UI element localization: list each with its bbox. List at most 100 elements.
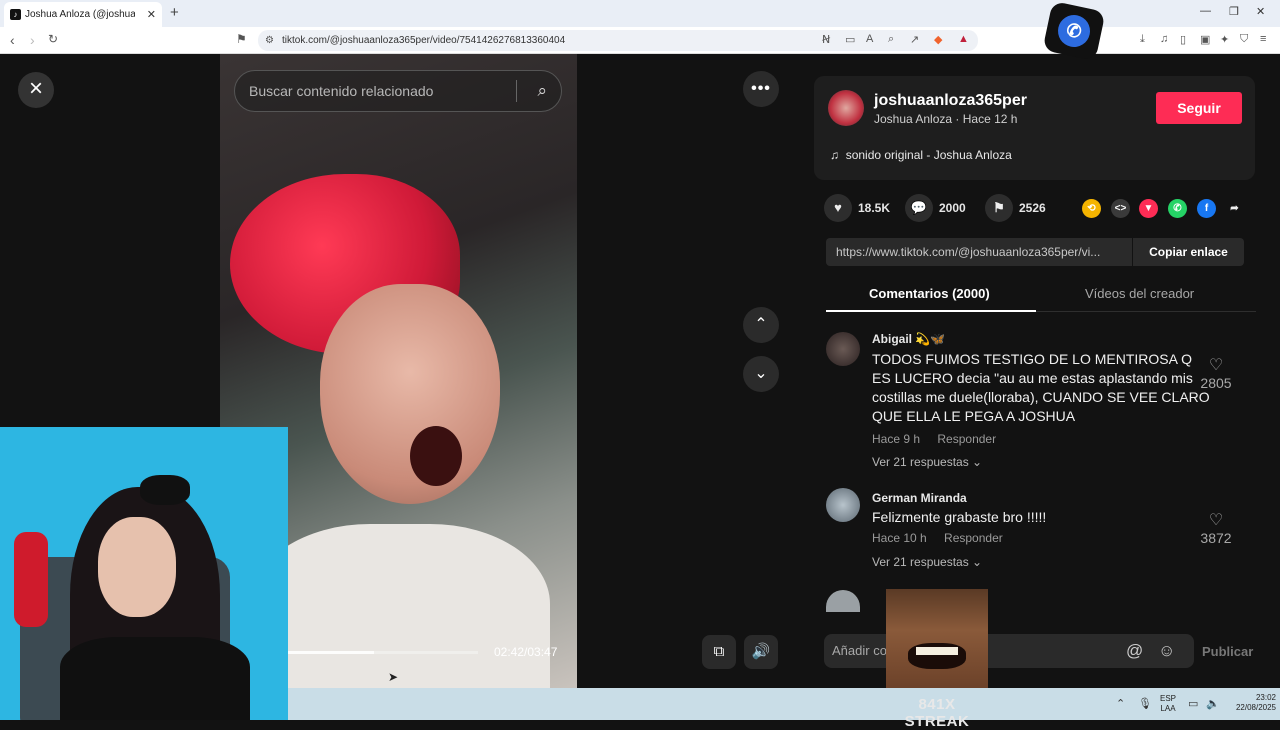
tray-expand-icon[interactable]: ⌃ <box>1116 697 1125 710</box>
likes-count: 18.5K <box>858 201 891 215</box>
heart-icon: ♥ <box>824 194 852 222</box>
bookmark-icon: ⚑ <box>985 194 1013 222</box>
creator-avatar[interactable] <box>828 90 864 126</box>
panel-tabs: Comentarios (2000) Vídeos del creador <box>826 276 1256 312</box>
close-video-button[interactable]: × <box>18 72 54 108</box>
downloads-icon[interactable]: ⤓ <box>1140 33 1145 46</box>
repost-icon[interactable]: ⟲ <box>1082 199 1101 218</box>
video-frame-mouth <box>410 426 462 486</box>
restore-icon[interactable]: ❐ <box>1229 5 1239 18</box>
comment-item: Abigail 💫🦋 TODOS FUIMOS TESTIGO DE LO ME… <box>826 332 1246 472</box>
emoji-icon[interactable]: ☺ <box>1158 634 1175 668</box>
share-arrow-icon[interactable]: ➦ <box>1225 199 1244 218</box>
clock-date: 22/08/2025 <box>1235 703 1276 712</box>
tab-title: Joshua Anloza (@joshuaanloza <box>25 9 135 20</box>
publish-button[interactable]: Publicar <box>1202 644 1253 659</box>
share-page-icon[interactable]: ↗ <box>910 33 919 46</box>
webcam-overlay <box>0 427 288 720</box>
bookmark-icon[interactable]: ⚑ <box>236 32 247 46</box>
add-comment-input[interactable]: Añadir co @ ☺ <box>824 634 1194 668</box>
streak-text: 841X STREAK <box>904 696 970 730</box>
back-icon[interactable]: ‹ <box>10 32 15 48</box>
like-stat[interactable]: ♥ 18.5K <box>824 194 890 222</box>
cast-icon[interactable]: ▭ <box>845 33 855 46</box>
sound-row[interactable]: ♫ sonido original - Joshua Anloza <box>830 148 1012 162</box>
comment-text: Felizmente grabaste bro !!!!! <box>872 509 1047 525</box>
more-options-button[interactable]: ••• <box>743 71 779 107</box>
streak-image-teeth <box>916 647 958 655</box>
reload-icon[interactable]: ↻ <box>48 32 58 46</box>
mouse-cursor-icon: ➤ <box>388 670 399 684</box>
close-tab-icon[interactable]: ✕ <box>147 8 156 21</box>
commenter-avatar[interactable] <box>826 332 860 366</box>
video-progress-bar[interactable] <box>288 651 478 654</box>
new-tab-icon[interactable]: + <box>170 4 179 21</box>
whatsapp-icon[interactable]: ✆ <box>1168 199 1187 218</box>
mic-tray-icon[interactable]: 🎙 <box>1138 697 1152 710</box>
hair-bow <box>140 475 190 505</box>
share-link-text[interactable]: https://www.tiktok.com/@joshuaanloza365p… <box>836 245 1126 259</box>
menu-icon[interactable]: ≡ <box>1260 33 1266 45</box>
floating-player-button[interactable]: ⧉ <box>702 635 736 669</box>
follow-button[interactable]: Seguir <box>1156 92 1242 124</box>
forward-icon[interactable]: › <box>30 32 35 48</box>
minimize-icon[interactable]: — <box>1200 5 1211 17</box>
leo-icon[interactable]: ✦ <box>1220 33 1229 46</box>
save-stat[interactable]: ⚑ 2526 <box>985 194 1046 222</box>
reader-icon[interactable]: Ꞥ <box>822 33 830 46</box>
network-icon[interactable]: ▭ <box>1188 697 1198 710</box>
system-clock[interactable]: 23:02 22/08/2025 <box>1228 693 1276 713</box>
tiktok-favicon-icon: ♪ <box>10 9 21 20</box>
volume-button[interactable]: 🔊 <box>744 635 778 669</box>
previous-video-button[interactable]: ⌃ <box>743 307 779 343</box>
search-divider <box>516 80 517 102</box>
language-bottom: LAA <box>1160 704 1176 713</box>
heart-outline-icon: ♡ <box>1208 512 1224 529</box>
commenter-name[interactable]: German Miranda <box>872 491 967 505</box>
send-icon[interactable]: ▼ <box>1139 199 1158 218</box>
commenter-avatar[interactable] <box>826 488 860 522</box>
creator-username[interactable]: joshuaanloza365per <box>874 92 1027 110</box>
view-replies-button[interactable]: Ver 21 respuestas ⌄ <box>872 455 982 469</box>
language-indicator[interactable]: ESP LAA <box>1160 694 1176 714</box>
mention-icon[interactable]: @ <box>1126 634 1143 668</box>
reply-button[interactable]: Responder <box>937 432 996 446</box>
close-window-icon[interactable]: ✕ <box>1256 5 1265 18</box>
vpn-icon[interactable]: ⛉ <box>1240 33 1248 46</box>
next-video-button[interactable]: ⌄ <box>743 356 779 392</box>
copy-link-button[interactable]: Copiar enlace <box>1132 238 1244 266</box>
brave-shield-icon[interactable]: ◆ <box>934 33 942 46</box>
reply-button[interactable]: Responder <box>944 531 1003 545</box>
comment-like-count: 3872 <box>1200 530 1232 546</box>
media-icon[interactable]: ♫ <box>1160 33 1168 45</box>
tab-creator-videos[interactable]: Vídeos del creador <box>1085 286 1194 301</box>
site-info-icon[interactable]: ⚙ <box>265 30 274 51</box>
zoom-icon[interactable]: ⌕ <box>888 33 894 46</box>
facebook-icon[interactable]: f <box>1197 199 1216 218</box>
comment-stat[interactable]: 💬 2000 <box>905 194 966 222</box>
comment-like-count: 2805 <box>1200 375 1232 391</box>
search-icon[interactable]: ⌕ <box>537 71 547 111</box>
rewards-icon[interactable]: ▲ <box>958 33 969 45</box>
tab-comments[interactable]: Comentarios (2000) <box>869 286 990 301</box>
commenter-name[interactable]: Abigail 💫🦋 <box>872 332 945 346</box>
sound-label: sonido original - Joshua Anloza <box>845 148 1012 162</box>
browser-tab[interactable]: ♪ Joshua Anloza (@joshuaanloza ✕ <box>4 2 162 27</box>
video-progress-fill <box>288 651 374 654</box>
embed-icon[interactable]: <> <box>1111 199 1130 218</box>
phone-icon: ✆ <box>1055 12 1093 50</box>
related-search-input[interactable]: Buscar contenido relacionado ⌕ <box>234 70 562 112</box>
volume-tray-icon[interactable]: 🔈 <box>1206 697 1220 710</box>
comment-like[interactable]: ♡ 3872 <box>1196 510 1236 546</box>
comment-like[interactable]: ♡ 2805 <box>1196 355 1236 391</box>
commenter-avatar[interactable] <box>826 590 860 612</box>
video-frame-shirt <box>250 524 550 688</box>
creator-subline: Joshua Anloza · Hace 12 h <box>874 112 1018 126</box>
wallet-icon[interactable]: ▣ <box>1200 33 1210 46</box>
translate-icon[interactable]: A <box>866 33 873 45</box>
view-replies-button[interactable]: Ver 21 respuestas ⌄ <box>872 555 982 569</box>
comment-time: Hace 9 h <box>872 432 921 446</box>
language-top: ESP <box>1160 694 1177 703</box>
sidebar-icon[interactable]: ▯ <box>1180 33 1186 46</box>
add-comment-placeholder: Añadir co <box>832 643 887 658</box>
